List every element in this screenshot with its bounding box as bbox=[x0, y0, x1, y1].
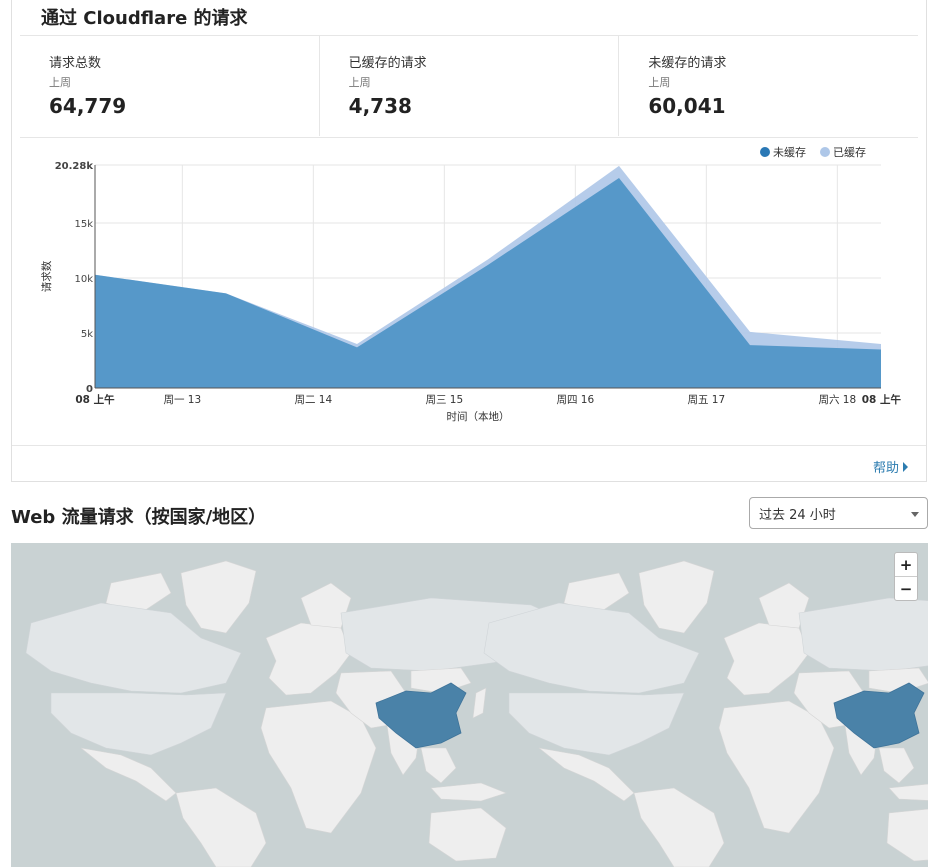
chevron-right-icon bbox=[903, 461, 908, 472]
x-tick-label: 周四 16 bbox=[556, 394, 594, 406]
x-tick-label: 08 上午 bbox=[862, 393, 902, 406]
divider bbox=[12, 445, 926, 446]
requests-area-chart: 05k10k15k20.28k08 上午 周一 13 周二 14 周三 15 周四 16… bbox=[40, 161, 902, 423]
zoom-in-button[interactable]: + bbox=[895, 553, 917, 577]
world-map-svg bbox=[25, 560, 928, 867]
help-label: 帮助 bbox=[872, 461, 899, 476]
time-range-value: 过去 24 小时 bbox=[759, 507, 836, 523]
area-series-uncached bbox=[95, 177, 881, 388]
traffic-section-title: Web 流量请求（按国家/地区） bbox=[11, 507, 267, 528]
requests-card: 通过 Cloudflare 的请求 请求总数 上周 64,779 已缓存的请求 … bbox=[11, 0, 927, 482]
caret-down-icon bbox=[911, 512, 919, 517]
x-tick-label: 08 上午 bbox=[75, 393, 115, 406]
world-landmass bbox=[25, 560, 572, 867]
y-tick-label: 20.28k bbox=[55, 161, 94, 172]
y-tick-label: 15k bbox=[74, 219, 93, 230]
x-tick-label: 周二 14 bbox=[294, 394, 332, 406]
world-map[interactable] bbox=[11, 543, 928, 867]
map-zoom-control: + − bbox=[894, 552, 918, 601]
zoom-out-button[interactable]: − bbox=[895, 577, 917, 600]
x-axis-title: 时间（本地） bbox=[447, 410, 510, 423]
world-landmass-repeat bbox=[483, 560, 928, 867]
y-tick-label: 10k bbox=[74, 274, 93, 285]
x-tick-label: 周五 17 bbox=[687, 394, 725, 406]
x-tick-label: 周一 13 bbox=[163, 394, 201, 406]
y-tick-label: 5k bbox=[81, 329, 93, 340]
time-range-select[interactable]: 过去 24 小时 bbox=[749, 497, 928, 529]
x-tick-label: 周三 15 bbox=[425, 394, 463, 406]
y-axis-title: 请求数 bbox=[40, 260, 53, 292]
x-tick-label: 周六 18 bbox=[818, 394, 856, 406]
help-link[interactable]: 帮助 bbox=[873, 457, 908, 476]
